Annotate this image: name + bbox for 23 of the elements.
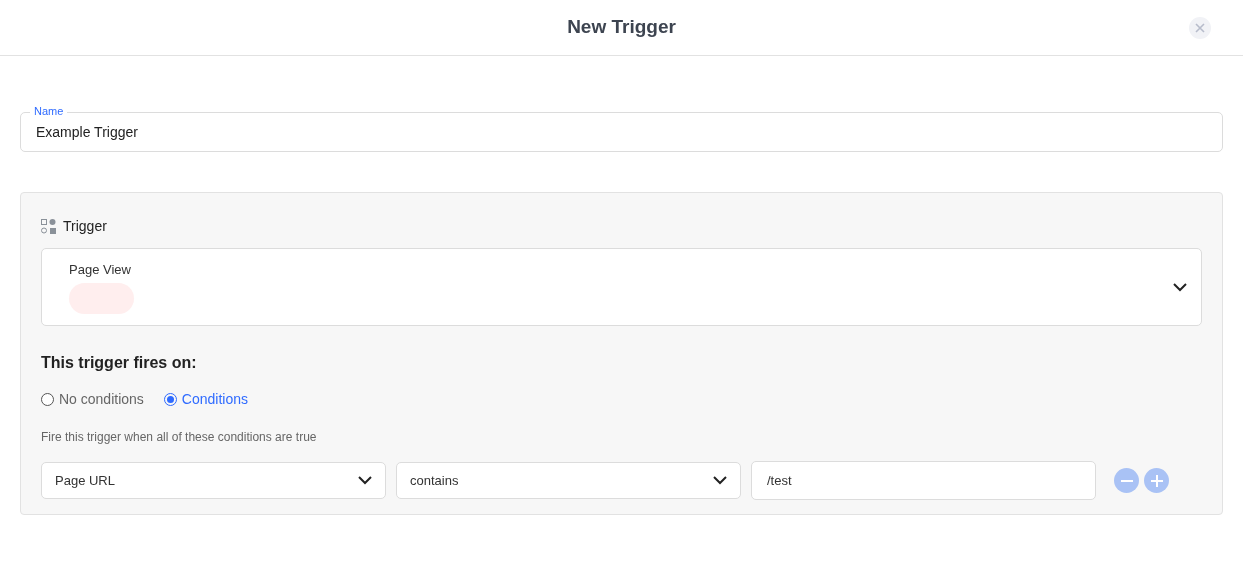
chevron-down-icon (358, 476, 372, 485)
conditions-hint: Fire this trigger when all of these conditions are true (41, 429, 318, 446)
trigger-type: Page View (69, 260, 132, 279)
operator-select[interactable]: contains (396, 462, 741, 499)
remove-button[interactable] (1114, 468, 1139, 493)
field-label: Name (30, 104, 68, 118)
minus-icon (1120, 479, 1133, 482)
trigger-type-select[interactable]: Page View (41, 248, 1202, 326)
radio-button[interactable] (41, 393, 54, 406)
shapes-icon (41, 219, 56, 234)
radio-label: No conditions (59, 390, 144, 409)
variable-select[interactable]: Page URL (41, 462, 386, 499)
plus-icon (1150, 474, 1163, 487)
value-field[interactable]: /test (751, 461, 1096, 500)
chevron-down-icon (1173, 282, 1187, 292)
dialog-title: New Trigger (567, 15, 676, 40)
radio-label: Conditions (181, 390, 248, 409)
chevron-down-icon (713, 476, 727, 485)
section-heading: Trigger (63, 217, 107, 236)
add-button[interactable] (1144, 468, 1169, 493)
close-button[interactable] (1189, 17, 1211, 39)
close-icon (1195, 23, 1205, 33)
fires-on-heading: This trigger fires on: (41, 353, 198, 373)
